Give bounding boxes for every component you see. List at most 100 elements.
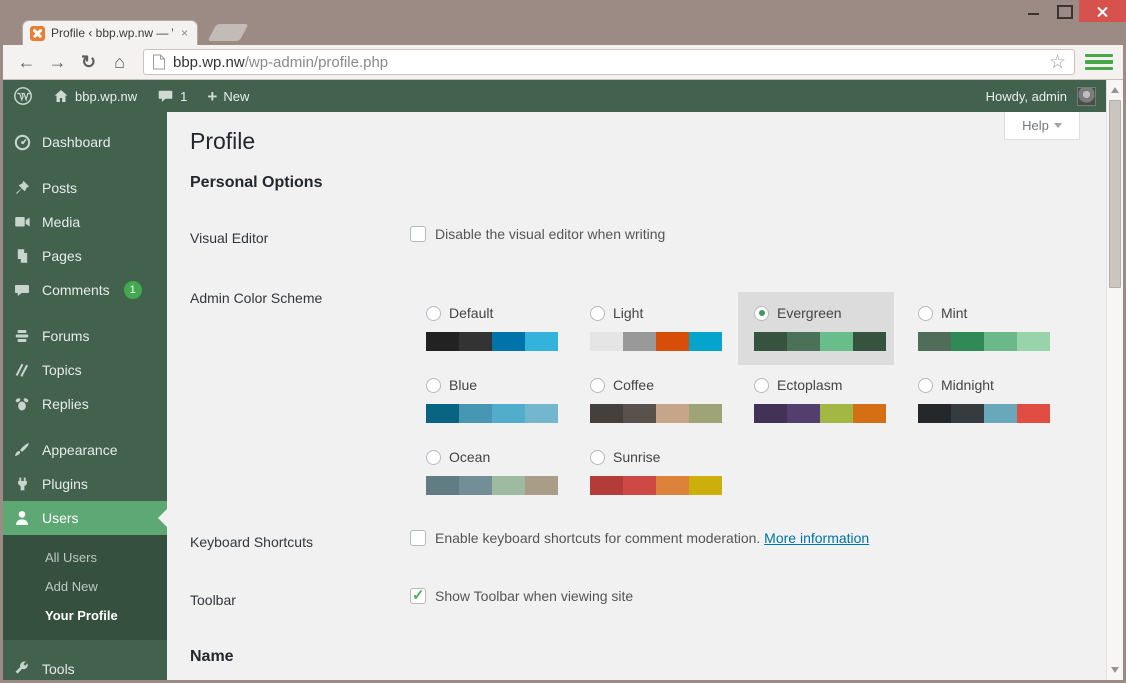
radio-mint[interactable] (918, 305, 933, 321)
pin-icon (12, 179, 32, 197)
site-name-menu[interactable]: bbp.wp.nw (43, 80, 147, 112)
new-content-menu[interactable]: + New (197, 80, 259, 112)
users-submenu: All Users Add New Your Profile (3, 535, 167, 640)
color-scheme-option-sunrise[interactable]: Sunrise (574, 436, 730, 509)
submenu-item-add-new[interactable]: Add New (3, 572, 167, 601)
submenu-item-all-users[interactable]: All Users (3, 543, 167, 572)
toolbar-option-text: Show Toolbar when viewing site (435, 588, 634, 604)
radio-sunrise[interactable] (590, 449, 605, 465)
sidebar-item-label: Plugins (42, 476, 88, 492)
sidebar-item-appearance[interactable]: Appearance (3, 433, 167, 467)
pages-icon (12, 247, 32, 265)
sidebar-item-topics[interactable]: Topics (3, 353, 167, 387)
color-scheme-option-ectoplasm[interactable]: Ectoplasm (738, 364, 894, 437)
personal-options-heading: Personal Options (190, 174, 323, 191)
color-scheme-option-light[interactable]: Light (574, 292, 730, 365)
comments-count-badge: 1 (123, 281, 142, 299)
radio-blue[interactable] (426, 377, 441, 393)
window-controls (1019, 0, 1126, 22)
wp-logo-icon[interactable] (3, 80, 43, 112)
sidebar-item-label: Posts (42, 180, 78, 196)
sidebar-item-label: Comments (42, 282, 110, 298)
sidebar-item-label: Replies (42, 396, 89, 412)
sidebar-item-tools[interactable]: Tools (3, 652, 167, 680)
sidebar-item-pages[interactable]: Pages (3, 239, 167, 273)
radio-default[interactable] (426, 305, 441, 321)
reload-icon[interactable]: ↻ (75, 49, 102, 76)
submenu-item-your-profile[interactable]: Your Profile (3, 601, 167, 630)
url-text[interactable]: bbp.wp.nw/wp-admin/profile.php (173, 54, 388, 71)
scheme-name: Midnight (941, 377, 994, 393)
maximize-button[interactable] (1049, 0, 1079, 22)
sidebar-item-replies[interactable]: Replies (3, 387, 167, 421)
new-tab-button[interactable] (207, 24, 249, 41)
comments-icon (12, 282, 32, 299)
radio-ectoplasm[interactable] (754, 377, 769, 393)
minimize-button[interactable] (1019, 0, 1049, 22)
sidebar-item-label: Media (42, 214, 81, 230)
user-avatar[interactable] (1077, 86, 1096, 106)
help-button[interactable]: Help (1004, 112, 1080, 140)
more-information-link[interactable]: More information (764, 530, 869, 546)
color-scheme-option-ocean[interactable]: Ocean (410, 436, 566, 509)
scheme-swatches (590, 476, 722, 495)
toolbar-row: Show Toolbar when viewing site (410, 586, 634, 604)
tab-close-icon[interactable]: × (179, 26, 190, 40)
browser-menu-icon[interactable] (1085, 50, 1113, 74)
home-icon[interactable]: ⌂ (106, 49, 133, 76)
scheme-swatches (754, 404, 886, 423)
color-scheme-option-blue[interactable]: Blue (410, 364, 566, 437)
close-button[interactable] (1079, 0, 1126, 22)
back-icon[interactable]: ← (13, 49, 40, 76)
sidebar-item-plugins[interactable]: Plugins (3, 467, 167, 501)
color-scheme-option-evergreen[interactable]: Evergreen (738, 292, 894, 365)
replies-icon (12, 395, 32, 413)
home-site-icon (53, 88, 69, 104)
scheme-name: Mint (941, 305, 968, 321)
browser-window: Profile ‹ bbp.wp.nw — Wo × ← → ↻ ⌂ bbp.w… (0, 0, 1126, 683)
visual-editor-label: Visual Editor (190, 230, 269, 246)
appearance-icon (12, 441, 32, 459)
comment-count: 1 (180, 88, 188, 104)
url-bar[interactable]: bbp.wp.nw/wp-admin/profile.php ☆ (143, 49, 1075, 75)
sidebar-item-users[interactable]: Users (3, 501, 167, 535)
page-scrollbar[interactable] (1106, 80, 1123, 680)
sidebar-item-dashboard[interactable]: Dashboard (3, 125, 167, 159)
browser-tab[interactable]: Profile ‹ bbp.wp.nw — Wo × (22, 20, 198, 45)
scroll-down-arrow-icon[interactable] (1107, 662, 1123, 678)
sidebar-item-comments[interactable]: Comments 1 (3, 273, 167, 307)
visual-editor-checkbox[interactable] (410, 226, 426, 242)
forward-icon[interactable]: → (44, 49, 71, 76)
sidebar-item-forums[interactable]: Forums (3, 319, 167, 353)
sidebar-item-label: Appearance (42, 442, 118, 458)
howdy-text: Howdy, admin (985, 88, 1067, 104)
plus-icon: + (207, 86, 218, 106)
scroll-up-arrow-icon[interactable] (1107, 82, 1123, 98)
sidebar-item-posts[interactable]: Posts (3, 171, 167, 205)
scrollbar-thumb[interactable] (1109, 100, 1121, 288)
comments-menu[interactable]: 1 (147, 80, 197, 112)
scheme-name: Ectoplasm (777, 377, 843, 393)
color-scheme-option-default[interactable]: Default (410, 292, 566, 365)
radio-coffee[interactable] (590, 377, 605, 393)
comment-bubble-icon (157, 88, 174, 104)
toolbar-checkbox[interactable] (410, 586, 426, 604)
scheme-name: Sunrise (613, 449, 661, 465)
radio-ocean[interactable] (426, 449, 441, 465)
users-icon (12, 509, 32, 527)
my-account-menu[interactable]: Howdy, admin (976, 80, 1077, 112)
scheme-name: Ocean (449, 449, 491, 465)
scheme-swatches (426, 476, 558, 495)
radio-midnight[interactable] (918, 377, 933, 393)
bookmark-star-icon[interactable]: ☆ (1049, 53, 1066, 72)
color-scheme-option-midnight[interactable]: Midnight (902, 364, 1058, 437)
sidebar-item-label: Forums (42, 328, 90, 344)
keyboard-shortcuts-checkbox[interactable] (410, 530, 426, 546)
radio-evergreen[interactable] (754, 305, 769, 321)
keyboard-shortcuts-row: Enable keyboard shortcuts for comment mo… (410, 530, 869, 546)
radio-light[interactable] (590, 305, 605, 321)
color-scheme-option-mint[interactable]: Mint (902, 292, 1058, 365)
sidebar-item-media[interactable]: Media (3, 205, 167, 239)
main-content: Help Profile Personal Options Visual Edi… (167, 112, 1106, 680)
color-scheme-option-coffee[interactable]: Coffee (574, 364, 730, 437)
